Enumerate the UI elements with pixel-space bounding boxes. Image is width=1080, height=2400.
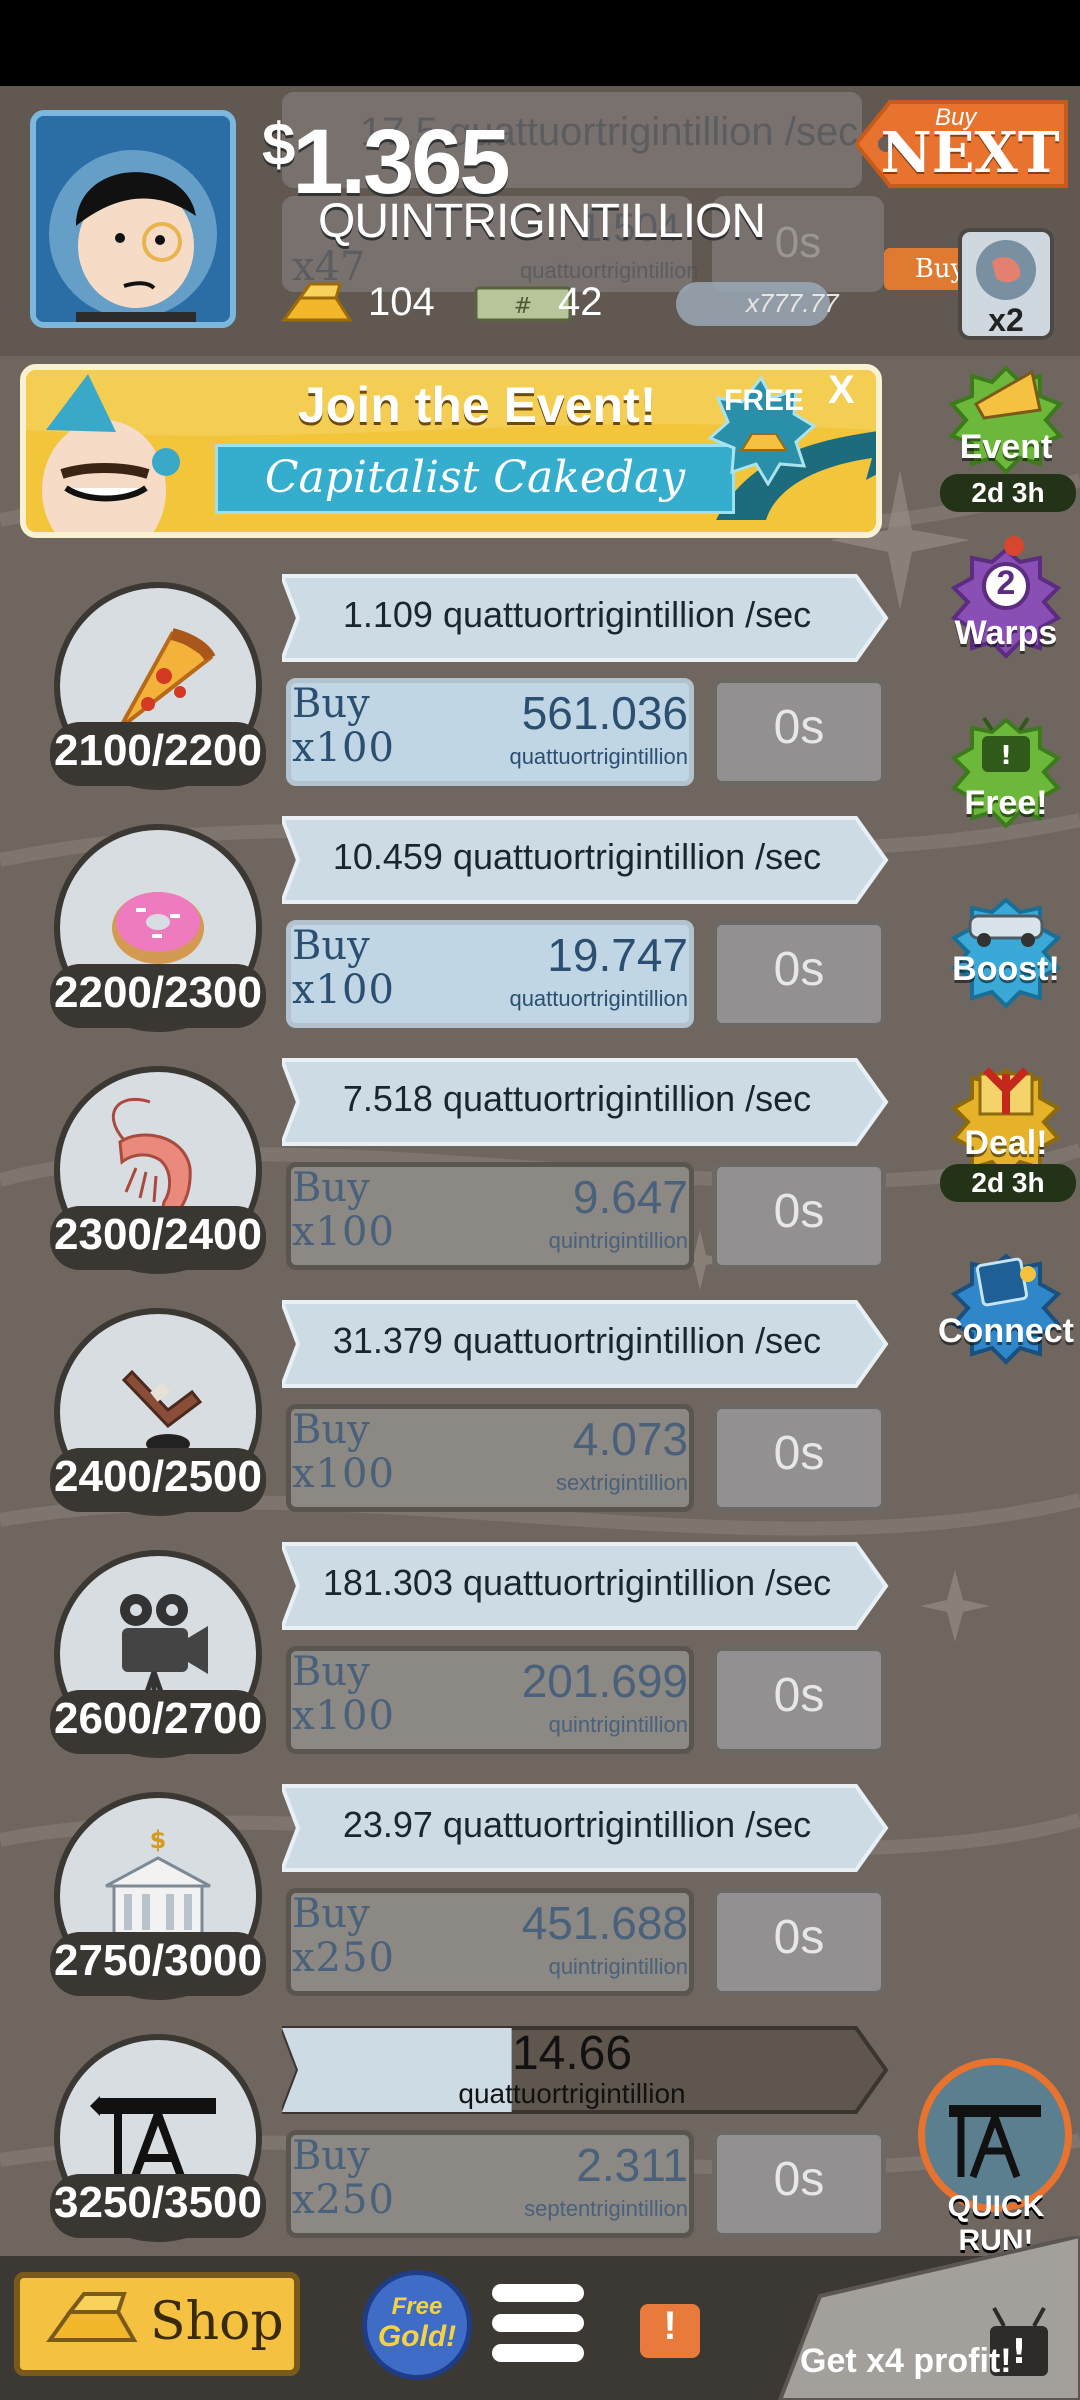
buy-price: 19.747 — [547, 929, 688, 981]
timer-text: 0s — [773, 1669, 825, 1722]
hamburger-icon — [492, 2284, 584, 2302]
rate-text: 31.379 quattuortrigintillion /sec — [332, 1320, 822, 1361]
buy-price-unit: quintrigintillion — [548, 1228, 688, 1253]
event-subtitle: Capitalist Cakeday — [264, 452, 686, 503]
tv-badge-icon: ! — [950, 716, 1062, 829]
free-gold-label: Free Gold! — [377, 2293, 457, 2353]
buy-label: Buy x100 — [292, 1165, 395, 1255]
event-title: Join the Event! — [298, 377, 657, 433]
shrimp-icon — [976, 240, 1036, 300]
business-row-hockey: 2400/2500 31.379 quattuortrigintillion /… — [0, 1296, 900, 1526]
progress-unit: quattuortrigintillion — [458, 2078, 686, 2109]
hamburger-icon — [492, 2314, 584, 2332]
buy-price-unit: quattuortrigintillion — [509, 986, 688, 1011]
business-row-movie: 2600/2700 181.303 quattuortrigintillion … — [0, 1538, 900, 1768]
business-count: 2300/2400 — [54, 1210, 262, 1259]
svg-text:$: $ — [150, 1826, 167, 1854]
player-avatar[interactable] — [30, 110, 236, 328]
menu-button[interactable] — [492, 2282, 584, 2366]
megabucks-count: 42 — [558, 280, 603, 324]
warps-badge-icon — [950, 536, 1062, 659]
business-row-bank: $ 2750/3000 23.97 quattuortrigintillion … — [0, 1780, 900, 2010]
business-row-shrimp: 2300/2400 7.518 quattuortrigintillion /s… — [0, 1054, 900, 1284]
timer-text: 0s — [773, 1185, 825, 1238]
business-count: 2400/2500 — [54, 1452, 262, 1501]
buy-price: 201.699 — [521, 1655, 688, 1707]
buy-label: Buy x250 — [292, 1891, 395, 1981]
timer-text: 0s — [773, 1911, 825, 1964]
multiplier-label: x2 — [988, 302, 1024, 338]
free-label: Free! — [964, 784, 1048, 822]
event-close-button[interactable]: X — [828, 368, 855, 413]
timer-text: 0s — [773, 2153, 825, 2206]
connect-button[interactable] — [936, 1236, 1076, 1386]
money-unit: QUINTRIGINTILLION — [318, 195, 766, 248]
timer-text: 0s — [773, 701, 825, 754]
status-bar — [0, 0, 1080, 86]
multiplier-bill: x777.77 — [676, 282, 839, 326]
business-count: 2750/3000 — [54, 1936, 262, 1985]
timer-text: 0s — [773, 1427, 825, 1480]
connect-cards-icon — [950, 1253, 1062, 1365]
hamburger-icon — [492, 2344, 584, 2362]
buy-price-unit: quintrigintillion — [548, 1712, 688, 1737]
warps-count: 2 — [996, 564, 1016, 602]
boost-label: Boost! — [952, 950, 1060, 988]
business-count: 3250/3500 — [54, 2178, 262, 2227]
business-row-oil: 3250/3500 14.66 quattuortrigintillion Bu… — [0, 2022, 900, 2252]
deal-timer: 2d 3h — [940, 1164, 1076, 1202]
shop-label: Shop — [150, 2292, 284, 2352]
buy-price: 561.036 — [521, 687, 688, 739]
buy-label: Buy x100 — [292, 1649, 395, 1739]
buy-price: 451.688 — [521, 1897, 688, 1949]
connect-label: Connect — [938, 1312, 1074, 1350]
timer-text: 0s — [773, 943, 825, 996]
buy-price: 4.073 — [572, 1413, 688, 1465]
buy-next-label: NEXT — [880, 120, 1060, 186]
buy-label: Buy x100 — [292, 923, 395, 1013]
buy-label: Buy x250 — [292, 2133, 395, 2223]
buy-label: Buy x100 — [292, 1407, 395, 1497]
free-button[interactable]: ! — [936, 700, 1076, 850]
event-free-label: FREE — [724, 384, 805, 417]
event-side-timer: 2d 3h — [940, 474, 1076, 512]
progress-value: 14.66 — [511, 2027, 633, 2080]
svg-text:#: # — [514, 294, 532, 319]
buy-price-unit: quintrigintillion — [548, 1954, 688, 1979]
buy-price-unit: sextrigintillion — [555, 1470, 688, 1495]
alert-icon: ! — [663, 2304, 677, 2348]
event-side-label: Event — [959, 428, 1053, 466]
rate-text: 1.109 quattuortrigintillion /sec — [342, 594, 812, 635]
business-count: 2200/2300 — [54, 968, 262, 1017]
rate-text: 181.303 quattuortrigintillion /sec — [322, 1562, 832, 1603]
buy-price-unit: septentrigintillion — [524, 2196, 688, 2221]
svg-text:!: ! — [1011, 2332, 1027, 2372]
deal-label: Deal! — [964, 1124, 1048, 1162]
business-count: 2600/2700 — [54, 1694, 262, 1743]
buy-label: Buy x100 — [292, 681, 395, 771]
gold-bars-icon — [46, 2292, 138, 2342]
warps-label: Warps — [954, 614, 1058, 652]
buy-price-unit: quattuortrigintillion — [509, 744, 688, 769]
business-count: 2100/2200 — [54, 726, 262, 775]
gold-bars-icon — [281, 282, 353, 322]
business-row-donut: 2200/2300 10.459 quattuortrigintillion /… — [0, 812, 900, 1042]
buy-price: 2.311 — [576, 2139, 688, 2191]
quick-run-button[interactable] — [918, 2058, 1072, 2212]
warps-button[interactable] — [936, 530, 1076, 680]
rate-text: 7.518 quattuortrigintillion /sec — [342, 1078, 812, 1119]
rate-text: 23.97 quattuortrigintillion /sec — [342, 1804, 812, 1845]
header-ghost-price-unit: quattuortrigintillion — [520, 258, 699, 283]
buy-price: 9.647 — [572, 1171, 688, 1223]
svg-text:!: ! — [1000, 741, 1012, 771]
gold-count: 104 — [368, 280, 435, 324]
business-row-pizza: 2100/2200 1.109 quattuortrigintillion /s… — [0, 570, 900, 800]
oil-rig-icon — [949, 2105, 1041, 2179]
get-x4-profit-label: Get x4 profit! — [800, 2342, 1012, 2380]
rate-text: 10.459 quattuortrigintillion /sec — [332, 836, 822, 877]
capitalist-portrait-icon — [36, 116, 230, 322]
